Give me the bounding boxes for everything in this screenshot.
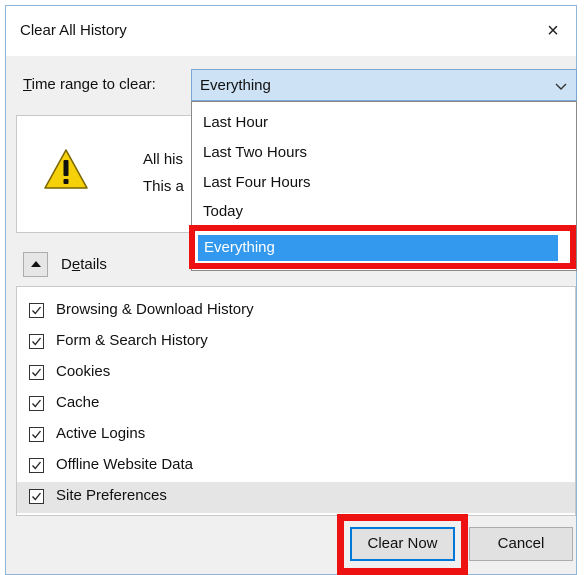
- list-item[interactable]: Site Preferences: [17, 482, 575, 513]
- details-checklist: Browsing & Download History Form & Searc…: [16, 286, 576, 516]
- option-today[interactable]: Today: [203, 203, 243, 220]
- warning-panel: All his This a: [16, 115, 216, 233]
- option-last-hour[interactable]: Last Hour: [203, 114, 268, 131]
- checkbox[interactable]: [29, 334, 44, 349]
- checkbox[interactable]: [29, 365, 44, 380]
- chevron-down-icon: [555, 78, 567, 95]
- list-item[interactable]: Cache: [17, 389, 575, 420]
- details-toggle-button[interactable]: [23, 252, 48, 277]
- warning-text-line2: This a: [143, 178, 184, 195]
- time-range-select[interactable]: Everything: [191, 69, 577, 101]
- checkbox[interactable]: [29, 427, 44, 442]
- item-label: Browsing & Download History: [56, 301, 254, 318]
- title-bar: Clear All History ×: [6, 6, 576, 56]
- option-last-four-hours[interactable]: Last Four Hours: [203, 174, 311, 191]
- warning-text-line1: All his: [143, 151, 184, 168]
- time-range-dropdown: Last Hour Last Two Hours Last Four Hours…: [191, 101, 577, 271]
- list-item[interactable]: Form & Search History: [17, 327, 575, 358]
- chevron-up-icon: [31, 261, 41, 267]
- checkbox[interactable]: [29, 303, 44, 318]
- cancel-button[interactable]: Cancel: [469, 527, 573, 561]
- option-everything[interactable]: Everything: [198, 235, 558, 261]
- dialog-title: Clear All History: [20, 22, 127, 39]
- close-icon[interactable]: ×: [538, 16, 568, 46]
- list-item[interactable]: Browsing & Download History: [17, 296, 575, 327]
- item-label: Offline Website Data: [56, 456, 194, 473]
- list-item[interactable]: Cookies: [17, 358, 575, 389]
- item-label: Form & Search History: [56, 332, 208, 349]
- time-range-label: Time range to clear:: [23, 76, 156, 93]
- checkbox[interactable]: [29, 489, 44, 504]
- item-label: Cache: [56, 394, 100, 411]
- item-label: Site Preferences: [56, 487, 167, 504]
- warning-icon: [43, 148, 89, 194]
- clear-now-button[interactable]: Clear Now: [350, 527, 455, 561]
- option-last-two-hours[interactable]: Last Two Hours: [203, 144, 307, 161]
- time-range-value: Everything: [200, 77, 271, 94]
- item-label: Cookies: [56, 363, 111, 380]
- checkbox[interactable]: [29, 396, 44, 411]
- list-item[interactable]: Offline Website Data: [17, 451, 575, 482]
- details-label: Details: [61, 256, 107, 273]
- list-item[interactable]: Active Logins: [17, 420, 575, 451]
- checkbox[interactable]: [29, 458, 44, 473]
- item-label: Active Logins: [56, 425, 146, 442]
